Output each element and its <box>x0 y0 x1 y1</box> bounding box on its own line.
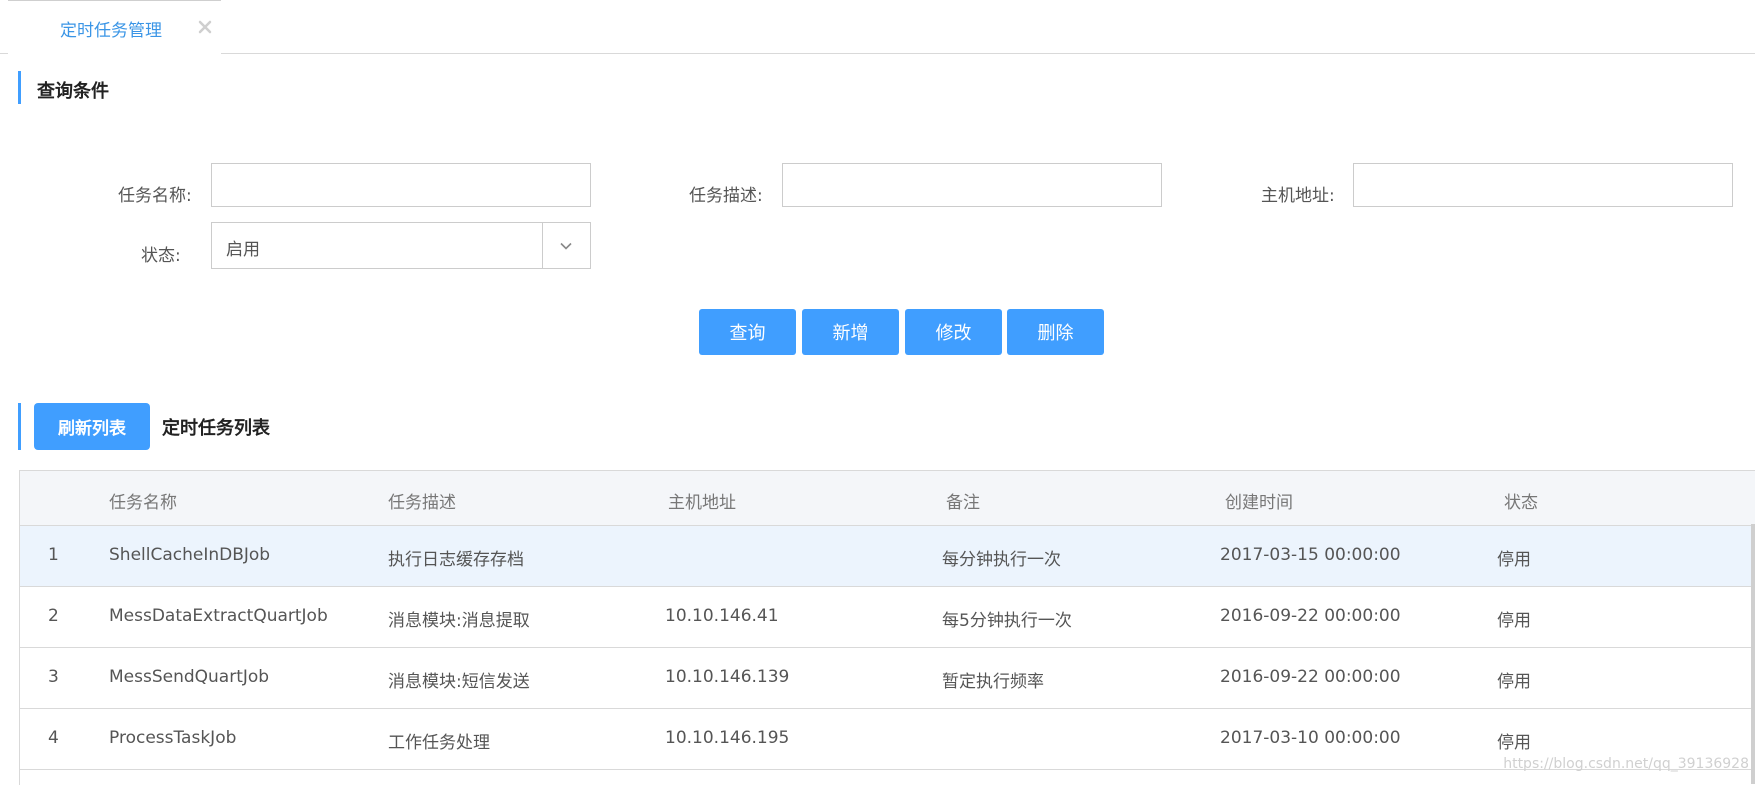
task-name-label: 任务名称: <box>118 186 192 206</box>
table-row[interactable]: 3 MessSendQuartJob 消息模块:短信发送 10.10.146.1… <box>20 648 1755 709</box>
task-desc-label: 任务描述: <box>689 186 763 206</box>
row-created: 2016-09-22 00:00:00 <box>1220 606 1401 626</box>
row-index: 4 <box>48 728 59 748</box>
column-header-task-name[interactable]: 任务名称 <box>109 488 177 513</box>
row-status: 停用 <box>1497 733 1531 753</box>
row-created: 2016-09-22 00:00:00 <box>1220 667 1401 687</box>
row-index: 1 <box>48 545 59 565</box>
column-header-task-desc[interactable]: 任务描述 <box>388 488 456 513</box>
task-desc-input[interactable] <box>782 163 1162 207</box>
list-section-header <box>18 403 21 450</box>
row-host: 10.10.146.195 <box>665 728 790 748</box>
edit-button[interactable]: 修改 <box>905 309 1002 355</box>
tab-label: 定时任务管理 <box>60 21 162 41</box>
row-task-name: ShellCacheInDBJob <box>109 545 271 565</box>
table-scrollbar[interactable] <box>1751 524 1755 784</box>
row-index: 3 <box>48 667 59 687</box>
task-table: 任务名称 任务描述 主机地址 备注 创建时间 状态 1 ShellCacheIn… <box>19 470 1755 785</box>
row-created: 2017-03-10 00:00:00 <box>1220 728 1401 748</box>
row-task-name: MessSendQuartJob <box>109 667 270 687</box>
row-status: 停用 <box>1497 611 1531 631</box>
column-header-host[interactable]: 主机地址 <box>668 488 736 513</box>
tab-bar: 定时任务管理 <box>0 0 1755 54</box>
table-row[interactable]: 4 ProcessTaskJob 工作任务处理 10.10.146.195 20… <box>20 709 1755 770</box>
row-task-desc: 工作任务处理 <box>388 733 490 753</box>
host-address-label: 主机地址: <box>1261 186 1335 206</box>
row-task-name: MessDataExtractQuartJob <box>109 606 328 626</box>
table-row[interactable]: 1 ShellCacheInDBJob 执行日志缓存存档 每分钟执行一次 201… <box>20 526 1755 587</box>
row-created: 2017-03-15 00:00:00 <box>1220 545 1401 565</box>
refresh-list-button[interactable]: 刷新列表 <box>34 403 150 450</box>
column-header-created[interactable]: 创建时间 <box>1225 488 1293 513</box>
row-status: 停用 <box>1497 672 1531 692</box>
row-host: 10.10.146.41 <box>665 606 779 626</box>
table-row[interactable]: 2 MessDataExtractQuartJob 消息模块:消息提取 10.1… <box>20 587 1755 648</box>
task-name-input[interactable] <box>211 163 591 207</box>
select-arrow[interactable] <box>542 223 590 268</box>
row-remark: 每分钟执行一次 <box>942 550 1061 570</box>
row-remark: 每5分钟执行一次 <box>942 611 1072 631</box>
table-header: 任务名称 任务描述 主机地址 备注 创建时间 状态 <box>20 471 1755 526</box>
row-task-desc: 消息模块:消息提取 <box>388 611 530 631</box>
row-task-name: ProcessTaskJob <box>109 728 237 748</box>
row-host: 10.10.146.139 <box>665 667 790 687</box>
chevron-down-icon <box>560 242 572 250</box>
row-remark: 暂定执行频率 <box>942 672 1044 692</box>
row-status: 停用 <box>1497 550 1531 570</box>
close-icon[interactable] <box>197 19 213 35</box>
host-address-input[interactable] <box>1353 163 1733 207</box>
row-task-desc: 消息模块:短信发送 <box>388 672 530 692</box>
column-header-remark[interactable]: 备注 <box>946 488 980 513</box>
watermark: https://blog.csdn.net/qq_39136928 <box>1503 756 1749 772</box>
delete-button[interactable]: 删除 <box>1007 309 1104 355</box>
tab-scheduled-task-management[interactable]: 定时任务管理 <box>8 0 221 54</box>
status-select-value: 启用 <box>226 240 260 260</box>
query-section-title: 查询条件 <box>37 81 109 102</box>
add-button[interactable]: 新增 <box>802 309 899 355</box>
query-section-header: 查询条件 <box>18 71 109 104</box>
search-button[interactable]: 查询 <box>699 309 796 355</box>
row-index: 2 <box>48 606 59 626</box>
status-label: 状态: <box>141 246 181 266</box>
list-section-title: 定时任务列表 <box>162 418 270 439</box>
row-task-desc: 执行日志缓存存档 <box>388 550 524 570</box>
column-header-status[interactable]: 状态 <box>1504 488 1538 513</box>
status-select[interactable]: 启用 <box>211 222 591 269</box>
